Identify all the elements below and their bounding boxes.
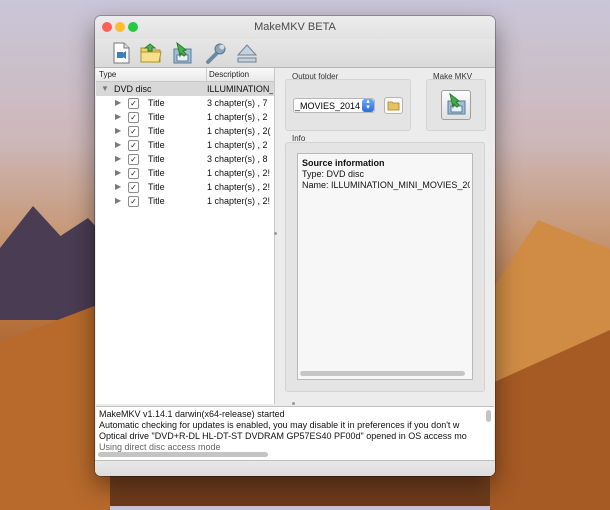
tree-row-disc[interactable]: ▼ DVD disc ILLUMINATION_ — [96, 82, 274, 96]
desktop-dune-left — [0, 300, 110, 510]
title-checkbox[interactable]: ✓ — [128, 182, 139, 193]
title-checkbox[interactable]: ✓ — [128, 154, 139, 165]
log-line: Optical drive "DVD+R-DL HL-DT-ST DVDRAM … — [99, 431, 467, 441]
eject-button[interactable] — [234, 40, 260, 66]
expand-arrow-icon[interactable]: ▶ — [115, 166, 121, 180]
info-horizontal-scrollbar[interactable] — [300, 371, 465, 376]
title-description: 1 chapter(s) , 2! — [207, 168, 271, 178]
title-description: 3 chapter(s) , 8 — [207, 154, 268, 164]
tree-row-title[interactable]: ▶ ✓ Title 1 chapter(s) , 2! — [96, 194, 274, 208]
tree-row-title[interactable]: ▶ ✓ Title 1 chapter(s) , 2 — [96, 138, 274, 152]
toolbar — [95, 39, 495, 68]
vertical-splitter-handle[interactable] — [274, 232, 277, 235]
make-mkv-icon — [447, 92, 466, 115]
title-checkbox[interactable]: ✓ — [128, 98, 139, 109]
backup-button[interactable] — [169, 40, 195, 66]
title-type: Title — [148, 126, 165, 136]
preferences-button[interactable] — [202, 40, 228, 66]
combo-dropdown-button[interactable]: ▴ ▾ — [362, 98, 374, 112]
output-folder-value: _MOVIES_2014 — [295, 101, 361, 111]
browse-folder-button[interactable] — [384, 97, 403, 114]
expand-arrow-icon[interactable]: ▶ — [115, 96, 121, 110]
info-type-line: Type: DVD disc — [302, 169, 365, 179]
title-checkbox[interactable]: ✓ — [128, 196, 139, 207]
log-line: MakeMKV v1.14.1 darwin(x64-release) star… — [99, 409, 285, 419]
tree-row-title[interactable]: ▶ ✓ Title 3 chapter(s) , 8 — [96, 152, 274, 166]
title-type: Title — [148, 168, 165, 178]
makemkv-window: MakeMKV BETA Type Description ▼ DVD disc… — [95, 16, 495, 476]
title-description: 1 chapter(s) , 2! — [207, 196, 271, 206]
log-horizontal-scrollbar[interactable] — [98, 452, 268, 457]
zoom-button[interactable] — [128, 22, 138, 32]
horizontal-splitter-handle[interactable] — [292, 402, 295, 405]
tree-row-title[interactable]: ▶ ✓ Title 1 chapter(s) , 2 — [96, 110, 274, 124]
title-type: Title — [148, 98, 165, 108]
log-panel: MakeMKV v1.14.1 darwin(x64-release) star… — [96, 406, 494, 460]
output-folder-group: _MOVIES_2014 ▴ ▾ — [285, 79, 411, 131]
log-line: Automatic checking for updates is enable… — [99, 420, 460, 430]
expand-arrow-icon[interactable]: ▶ — [115, 138, 121, 152]
minimize-button[interactable] — [115, 22, 125, 32]
title-description: 1 chapter(s) , 2 — [207, 112, 268, 122]
disc-description: ILLUMINATION_ — [207, 84, 273, 94]
title-tree: Type Description ▼ DVD disc ILLUMINATION… — [96, 68, 275, 404]
title-type: Title — [148, 154, 165, 164]
title-type: Title — [148, 182, 165, 192]
open-files-button[interactable] — [108, 40, 134, 66]
make-mkv-group — [426, 79, 486, 131]
expand-arrow-icon[interactable]: ▼ — [101, 82, 109, 96]
info-heading: Source information — [302, 158, 385, 168]
title-checkbox[interactable]: ✓ — [128, 126, 139, 137]
title-bar: MakeMKV BETA — [95, 16, 495, 39]
column-type-header[interactable]: Type — [99, 68, 116, 81]
title-type: Title — [148, 196, 165, 206]
info-name-line: Name: ILLUMINATION_MINI_MOVIES_201 — [302, 180, 470, 190]
expand-arrow-icon[interactable]: ▶ — [115, 152, 121, 166]
status-bar — [95, 460, 495, 476]
close-button[interactable] — [102, 22, 112, 32]
title-type: Title — [148, 112, 165, 122]
title-type: Title — [148, 140, 165, 150]
window-title: MakeMKV BETA — [254, 21, 336, 33]
eject-icon — [236, 44, 258, 63]
info-text: Source information Type: DVD disc Name: … — [302, 158, 470, 191]
folder-browse-icon — [387, 101, 400, 111]
expand-arrow-icon[interactable]: ▶ — [115, 194, 121, 208]
log-vertical-scrollbar[interactable] — [486, 410, 491, 422]
expand-arrow-icon[interactable]: ▶ — [115, 124, 121, 138]
tree-row-title[interactable]: ▶ ✓ Title 1 chapter(s) , 2! — [96, 180, 274, 194]
title-checkbox[interactable]: ✓ — [128, 140, 139, 151]
tree-row-title[interactable]: ▶ ✓ Title 1 chapter(s) , 2( — [96, 124, 274, 138]
title-description: 1 chapter(s) , 2( — [207, 126, 271, 136]
title-description: 3 chapter(s) , 7 — [207, 98, 268, 108]
column-description-header[interactable]: Description — [206, 68, 275, 81]
wrench-icon — [206, 43, 226, 64]
info-panel: Source information Type: DVD disc Name: … — [297, 153, 473, 380]
folder-icon — [140, 43, 162, 63]
tree-row-title[interactable]: ▶ ✓ Title 1 chapter(s) , 2! — [96, 166, 274, 180]
title-checkbox[interactable]: ✓ — [128, 168, 139, 179]
disc-type: DVD disc — [114, 84, 152, 94]
backup-icon — [173, 41, 192, 64]
make-mkv-button[interactable] — [441, 90, 471, 120]
tree-row-title[interactable]: ▶ ✓ Title 3 chapter(s) , 7 — [96, 96, 274, 110]
desktop-mountain — [0, 206, 110, 320]
expand-arrow-icon[interactable]: ▶ — [115, 180, 121, 194]
expand-arrow-icon[interactable]: ▶ — [115, 110, 121, 124]
title-description: 1 chapter(s) , 2 — [207, 140, 268, 150]
title-description: 1 chapter(s) , 2! — [207, 182, 271, 192]
open-folder-button[interactable] — [138, 40, 164, 66]
tree-header: Type Description — [96, 68, 274, 82]
title-checkbox[interactable]: ✓ — [128, 112, 139, 123]
video-file-icon — [113, 42, 130, 64]
chevron-updown-icon: ▴ ▾ — [366, 98, 370, 111]
